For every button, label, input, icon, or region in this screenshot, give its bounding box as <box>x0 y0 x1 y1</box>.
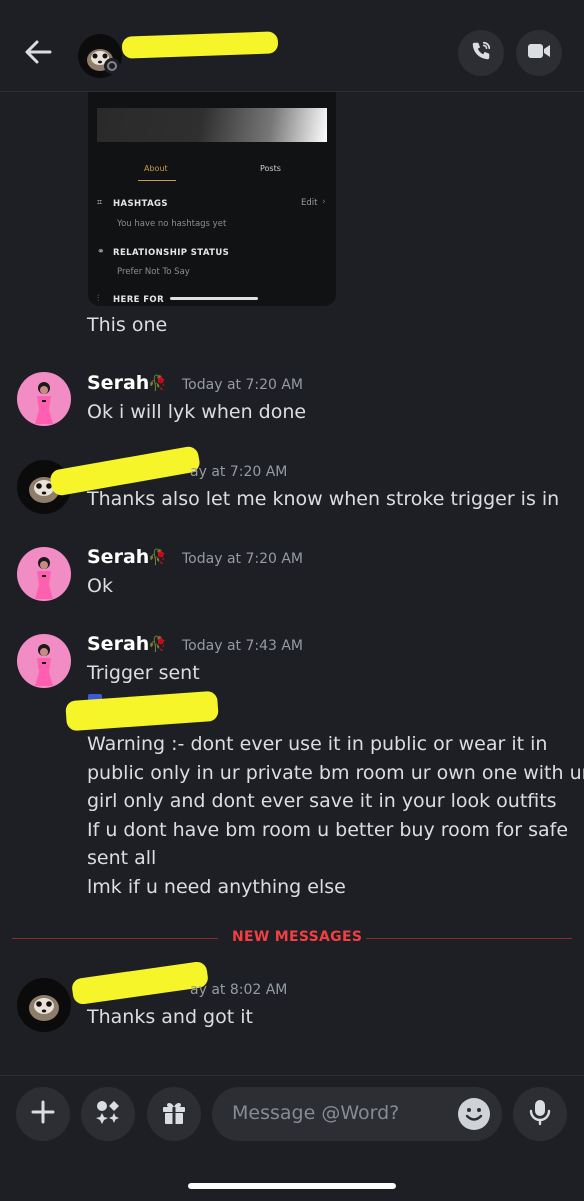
apps-icon <box>94 1098 122 1130</box>
message-author[interactable]: Serah <box>87 633 149 655</box>
hashtags-title: HASHTAGS <box>113 199 168 209</box>
new-messages-divider <box>12 938 218 939</box>
phone-call-icon <box>470 40 492 66</box>
microphone-icon <box>527 1098 553 1130</box>
message-line: girl only and dont ever save it in your … <box>87 790 557 812</box>
home-indicator[interactable] <box>188 1183 396 1189</box>
hashtag-icon: ⌗ <box>97 198 103 208</box>
message-text: Ok <box>87 575 113 597</box>
message-line: If u dont have bm room u better buy room… <box>87 819 569 841</box>
message-text: Trigger sent <box>87 662 200 684</box>
message-text: This one <box>87 314 168 336</box>
message-line: lmk if u need anything else <box>87 876 346 898</box>
user-avatar[interactable] <box>17 978 71 1032</box>
new-messages-divider <box>366 938 572 939</box>
emoji-icon[interactable] <box>458 1098 490 1130</box>
redacted-username <box>70 960 210 1006</box>
message-text: Ok i will lyk when done <box>87 401 307 423</box>
plus-icon <box>30 1099 56 1129</box>
rings-icon: ⚭ <box>97 247 105 257</box>
rose-icon: 🥀 <box>148 548 167 566</box>
serah-avatar[interactable] <box>17 372 71 426</box>
message-timestamp: Today at 7:20 AM <box>182 551 304 567</box>
message-text: Thanks and got it <box>87 1006 253 1028</box>
add-attachment-button[interactable] <box>16 1087 70 1141</box>
chevron-right-icon: › <box>322 197 326 207</box>
tab-posts: Posts <box>260 164 281 173</box>
here-for-title: HERE FOR <box>113 295 165 305</box>
video-camera-icon <box>527 40 551 66</box>
tab-about: About <box>144 164 168 173</box>
message-line: sent all <box>87 847 157 869</box>
hashtags-empty-text: You have no hashtags yet <box>117 219 227 229</box>
back-arrow-icon[interactable] <box>22 36 54 68</box>
status-offline-icon <box>104 58 120 74</box>
message-text: Thanks also let me know when stroke trig… <box>87 488 560 510</box>
serah-avatar[interactable] <box>17 547 71 601</box>
message-timestamp: Today at 7:20 AM <box>182 377 304 393</box>
relationship-title: RELATIONSHIP STATUS <box>113 248 230 258</box>
message-timestamp: ay at 8:02 AM <box>190 982 288 998</box>
voice-message-button[interactable] <box>513 1087 567 1141</box>
profile-banner <box>97 108 327 142</box>
message-input-placeholder: Message @Word? <box>232 1102 400 1124</box>
scroll-indicator <box>170 297 258 300</box>
rose-icon: 🥀 <box>148 635 167 653</box>
new-messages-label: NEW MESSAGES <box>232 929 363 945</box>
message-author[interactable]: Serah <box>87 546 149 568</box>
sliders-icon: ⫶ <box>97 294 100 304</box>
serah-avatar[interactable] <box>17 634 71 688</box>
rose-icon: 🥀 <box>148 374 167 392</box>
apps-button[interactable] <box>81 1087 135 1141</box>
message-author[interactable]: Serah <box>87 372 149 394</box>
message-line: Warning :- dont ever use it in public or… <box>87 733 548 755</box>
message-timestamp: ay at 7:20 AM <box>190 464 288 480</box>
attached-image[interactable]: About Posts ⌗ HASHTAGS Edit › You have n… <box>88 92 336 306</box>
gift-button[interactable] <box>147 1087 201 1141</box>
relationship-value: Prefer Not To Say <box>117 267 190 277</box>
voice-call-button[interactable] <box>458 30 504 76</box>
video-call-button[interactable] <box>516 30 562 76</box>
gift-icon <box>160 1098 188 1130</box>
hashtags-edit: Edit <box>301 198 318 208</box>
chat-header <box>0 0 584 92</box>
message-timestamp: Today at 7:43 AM <box>182 638 304 654</box>
message-input[interactable]: Message @Word? <box>212 1087 502 1141</box>
redacted-username <box>121 31 279 59</box>
message-line: public only in ur private bm room ur own… <box>87 762 584 784</box>
tab-underline <box>138 180 176 181</box>
